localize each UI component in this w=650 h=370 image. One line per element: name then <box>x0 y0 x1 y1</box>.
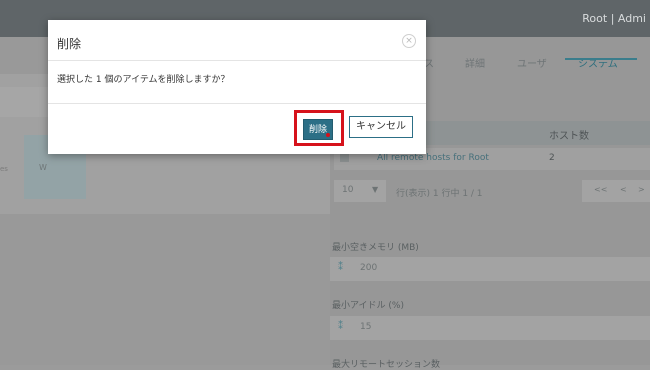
dialog-divider <box>48 103 426 104</box>
dialog-message: 選択した 1 個のアイテムを削除しますか？ <box>57 75 230 85</box>
page-nav: << < > <box>582 180 650 202</box>
cancel-button[interactable]: キャンセル <box>349 116 413 138</box>
cursor-dot <box>326 133 330 137</box>
dialog-title: 削除 <box>57 37 82 51</box>
user-menu[interactable]: Root | Admi <box>582 12 646 25</box>
first-page-button[interactable]: << <box>594 185 607 194</box>
host-count-value: 2 <box>549 153 555 163</box>
host-group-link[interactable]: All remote hosts for Root <box>377 153 489 163</box>
pagination: 10 ▼ 行(表示) 1 行中 1 / 1 << < > <box>334 180 650 204</box>
min-idle-label: 最小アイドル (%) <box>332 301 404 311</box>
tab-details[interactable]: 詳細 <box>465 55 485 70</box>
confirm-delete-label: 削除 <box>308 125 327 135</box>
confirm-delete-button[interactable]: 削除 <box>303 119 333 140</box>
min-idle-value: 15 <box>360 322 372 332</box>
row-checkbox[interactable] <box>340 153 349 162</box>
close-icon[interactable]: × <box>402 34 416 48</box>
left-card-text: W <box>39 163 47 172</box>
delete-button-highlight: 削除 <box>294 110 344 146</box>
dialog-divider <box>48 60 426 61</box>
min-idle-field[interactable]: ⁑ 15 <box>330 316 650 340</box>
next-page-button[interactable]: > <box>638 185 645 194</box>
tab-users[interactable]: ユーザ <box>517 55 547 70</box>
delete-dialog: 削除 × 選択した 1 個のアイテムを削除しますか？ 削除 キャンセル <box>48 20 426 154</box>
min-free-memory-field[interactable]: ⁑ 200 <box>330 257 650 281</box>
host-count-header[interactable]: ホスト数 <box>549 127 589 142</box>
min-free-memory-label: 最小空きメモリ (MB) <box>332 243 419 253</box>
page-size-value: 10 <box>342 185 354 195</box>
spinner-icon: ⁑ <box>338 321 343 332</box>
page-info: 行(表示) 1 行中 1 / 1 <box>396 189 483 199</box>
min-free-memory-value: 200 <box>360 263 378 273</box>
page-size-select[interactable]: 10 ▼ <box>334 180 386 202</box>
active-tab-underline <box>565 58 637 60</box>
spinner-icon: ⁑ <box>338 262 343 273</box>
prev-page-button[interactable]: < <box>620 185 627 194</box>
left-faint-text: es <box>0 165 8 173</box>
caret-down-icon: ▼ <box>372 185 379 194</box>
max-remote-sessions-label: 最大リモートセッション数 <box>332 360 441 370</box>
